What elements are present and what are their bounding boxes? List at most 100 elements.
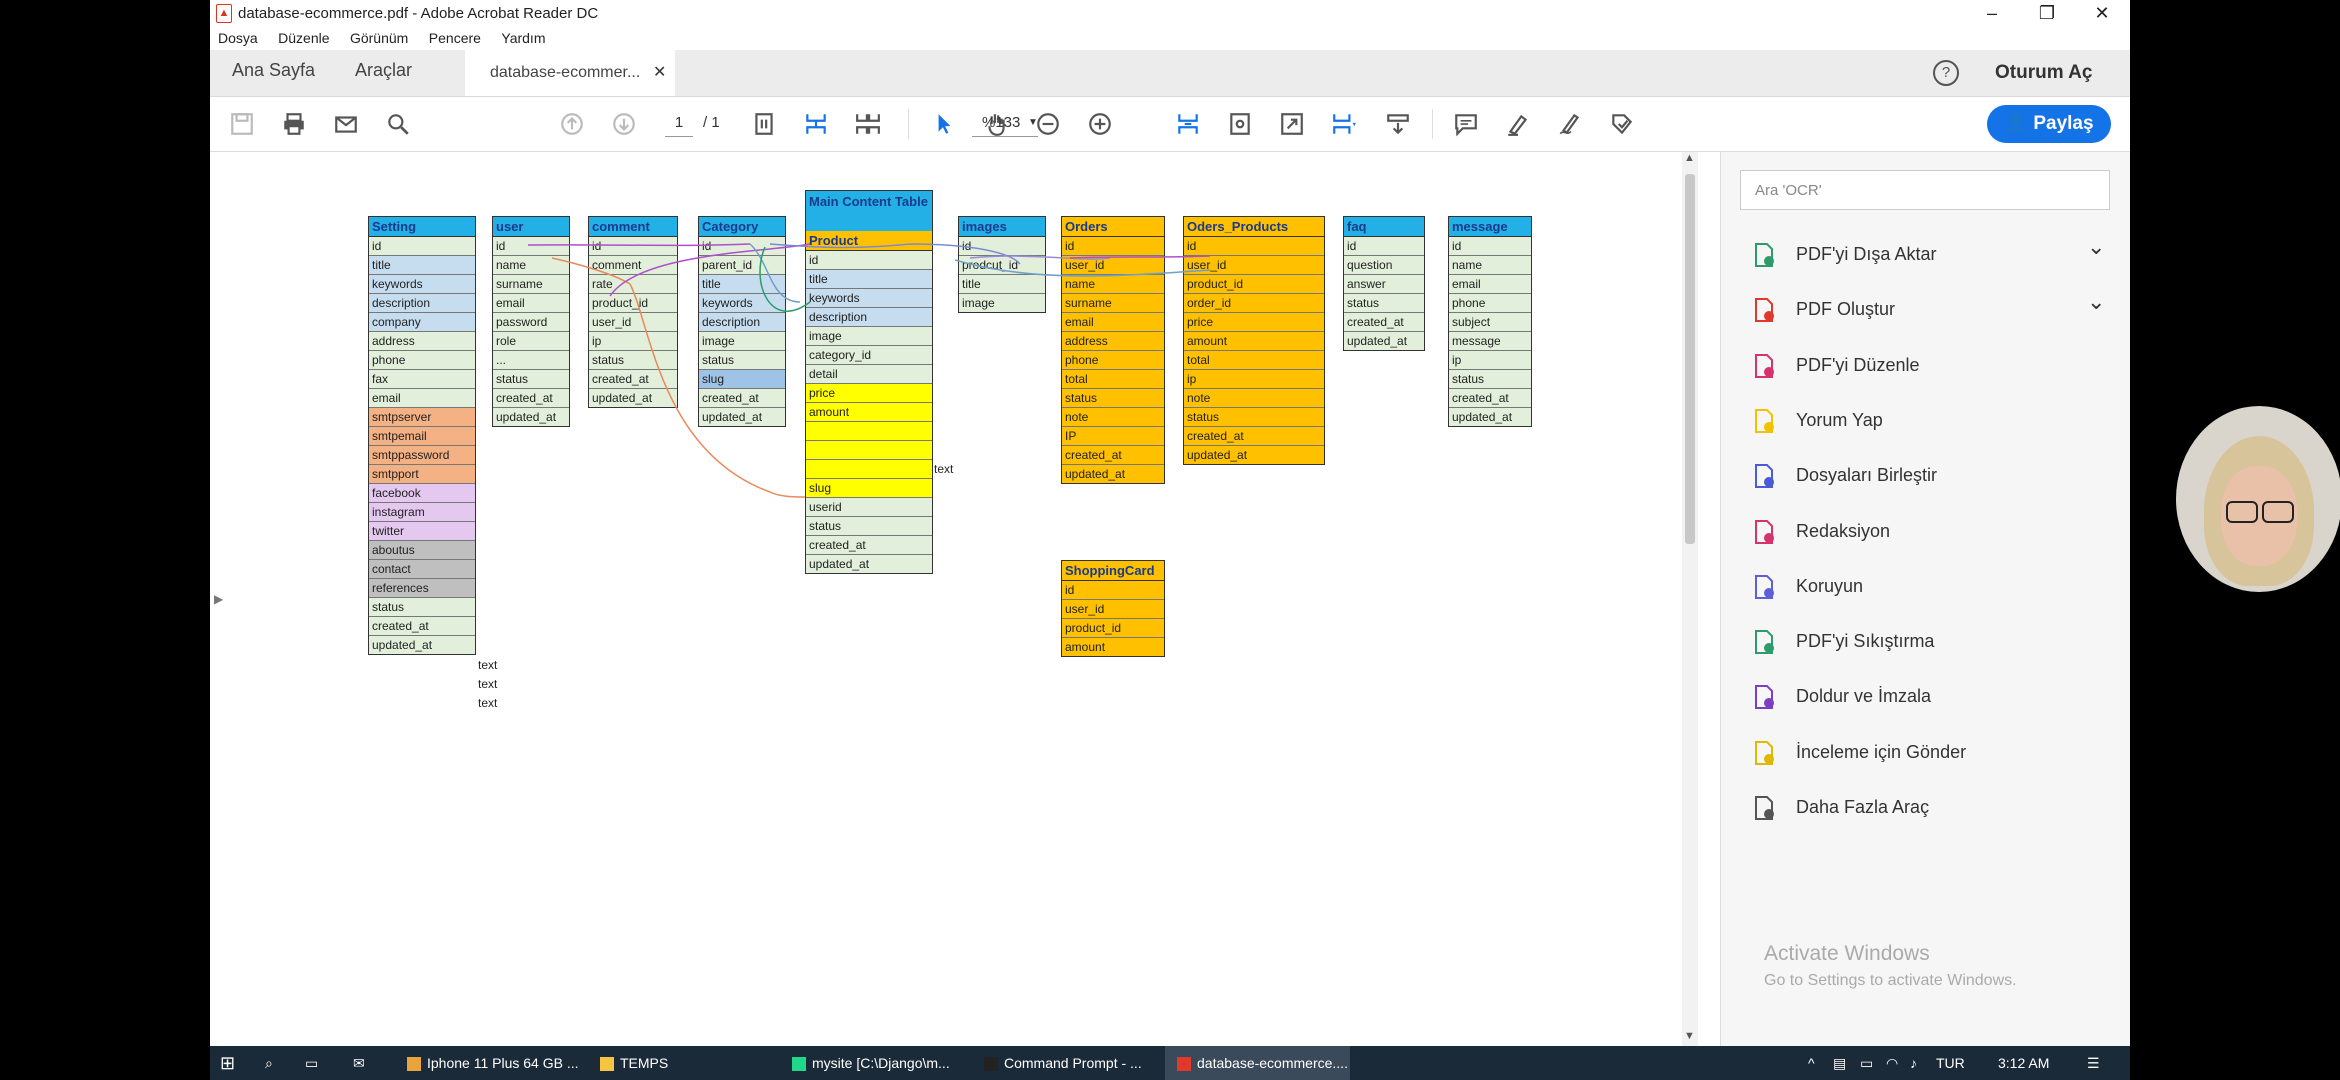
document-pane[interactable]: ▶ Setting id title keywords description compa… [210,152,1728,1046]
taskbar-item[interactable]: database-ecommerce.... [1165,1046,1350,1080]
read-aloud-icon[interactable] [1382,108,1414,140]
table-field [806,460,932,479]
table-header: user [493,217,569,237]
search-icon[interactable] [382,108,414,140]
clock[interactable]: 3:12 AM [1998,1046,2049,1080]
field-type-note: text [478,677,498,691]
tool-export-pdf[interactable]: PDF'yi Dışa Aktar ⌄ [1751,234,2121,270]
rotate-icon[interactable] [1224,108,1256,140]
tool-label: Doldur ve İmzala [1796,686,1932,707]
share-button[interactable]: 👤 Paylaş [1987,105,2111,143]
page-display-icon[interactable] [1328,108,1360,140]
mail-taskbar-icon[interactable]: ✉ [353,1046,365,1080]
menu-file[interactable]: Dosya [218,30,258,46]
taskbar-item[interactable]: Command Prompt - ... [972,1046,1157,1080]
tool-combine-files[interactable]: Dosyaları Birleştir [1751,461,2121,491]
tool-create-pdf[interactable]: PDF Oluştur ⌄ [1751,289,2121,325]
scroll-thumb[interactable] [1685,174,1695,544]
page-up-icon[interactable] [556,108,588,140]
zoom-in-icon[interactable] [1084,108,1116,140]
table-field: description [699,313,785,332]
table-field: created_at [493,389,569,408]
table-field: address [369,332,475,351]
table-images: images id prodcut_id title image [958,216,1046,313]
taskbar-item[interactable]: mysite [C:\Django\m... [780,1046,965,1080]
page-number-input[interactable]: 1 [665,110,693,137]
menu-window[interactable]: Pencere [429,30,481,46]
wifi-icon[interactable]: ◠ [1886,1046,1898,1080]
scroll-up-icon[interactable]: ▲ [1684,152,1695,164]
table-field: rate [589,275,677,294]
language-indicator[interactable]: TUR [1936,1046,1965,1080]
tab-tools[interactable]: Araçlar [355,60,412,81]
zoom-select[interactable]: %133 ▼ [972,110,1038,137]
draw-icon[interactable] [1554,108,1586,140]
print-icon[interactable] [278,108,310,140]
network-icon[interactable]: ▤ [1833,1046,1846,1080]
notifications-icon[interactable]: ☰ [2087,1046,2100,1080]
table-field: amount [1062,638,1164,656]
tool-edit-pdf[interactable]: PDF'yi Düzenle [1751,351,2121,381]
fit-page-icon[interactable] [1172,108,1204,140]
volume-icon[interactable]: ♪ [1910,1046,1917,1080]
table-header: Product [806,231,932,251]
toolbar: 1 / 1 %133 ▼ 👤 Paylaş [210,97,2130,152]
tab-document[interactable]: database-ecommer... ✕ [465,50,675,96]
tool-send-review[interactable]: İnceleme için Gönder [1751,738,2121,768]
minimize-button[interactable]: – [1965,0,2019,26]
menu-help[interactable]: Yardım [501,30,545,46]
tools-search-input[interactable]: Ara 'OCR' [1740,170,2110,210]
close-tab-icon[interactable]: ✕ [653,62,666,82]
tab-home[interactable]: Ana Sayfa [232,60,315,81]
tool-label: İnceleme için Gönder [1796,741,1967,762]
chevron-down-icon[interactable]: ⌄ [2087,234,2105,260]
menu-view[interactable]: Görünüm [350,30,408,46]
table-product: Product id title keywords description image ca… [805,230,933,574]
email-icon[interactable] [330,108,362,140]
table-field: references [369,579,475,598]
fill-sign-icon [1751,684,1777,710]
save-icon[interactable] [226,108,258,140]
task-view-icon[interactable]: ▭ [305,1046,318,1080]
search-taskbar-icon[interactable]: ⌕ [265,1046,273,1080]
tool-fill-sign[interactable]: Doldur ve İmzala [1751,682,2121,712]
help-icon[interactable]: ? [1933,60,1959,86]
share-label: Paylaş [2033,113,2094,134]
single-page-icon[interactable] [748,108,780,140]
tray-expand-icon[interactable]: ^ [1808,1046,1815,1080]
tool-comment[interactable]: Yorum Yap [1751,406,2121,436]
tool-redact[interactable]: Redaksiyon [1751,517,2121,547]
full-screen-icon[interactable] [1276,108,1308,140]
page-down-icon[interactable] [608,108,640,140]
chevron-down-icon[interactable]: ⌄ [2087,289,2105,315]
highlight-icon[interactable] [1502,108,1534,140]
table-field: created_at [1344,313,1424,332]
select-tool-icon[interactable] [928,108,960,140]
table-field: detail [806,365,932,384]
table-field: email [369,389,475,408]
table-field: updated_at [699,408,785,426]
scroll-down-icon[interactable]: ▼ [1684,1030,1695,1042]
table-field: email [493,294,569,313]
vertical-scrollbar[interactable]: ▲ ▼ [1682,152,1698,1046]
close-window-button[interactable]: ✕ [2075,0,2129,26]
export-pdf-icon [1751,242,1777,268]
tool-compress-pdf[interactable]: PDF'yi Sıkıştırma [1751,627,2121,657]
battery-icon[interactable]: ▭ [1860,1046,1873,1080]
taskbar-item[interactable]: Iphone 11 Plus 64 GB ... [395,1046,580,1080]
table-field: image [699,332,785,351]
taskbar-item[interactable]: TEMPS [588,1046,773,1080]
comment-tool-icon[interactable] [1450,108,1482,140]
menu-edit[interactable]: Düzenle [278,30,329,46]
tool-protect[interactable]: Koruyun [1751,572,2121,602]
fit-width-icon[interactable] [800,108,832,140]
start-button[interactable]: ⊞ [220,1046,235,1080]
tool-more-tools[interactable]: Daha Fazla Araç [1751,793,2121,823]
maximize-button[interactable]: ❐ [2020,0,2074,26]
two-page-icon[interactable] [852,108,884,140]
table-category: Category id parent_id title keywords descript… [698,216,786,427]
sign-in-link[interactable]: Oturum Aç [1995,62,2092,84]
table-setting: Setting id title keywords description company… [368,216,476,655]
expand-left-panel-icon[interactable]: ▶ [214,592,223,606]
sign-icon[interactable] [1606,108,1638,140]
